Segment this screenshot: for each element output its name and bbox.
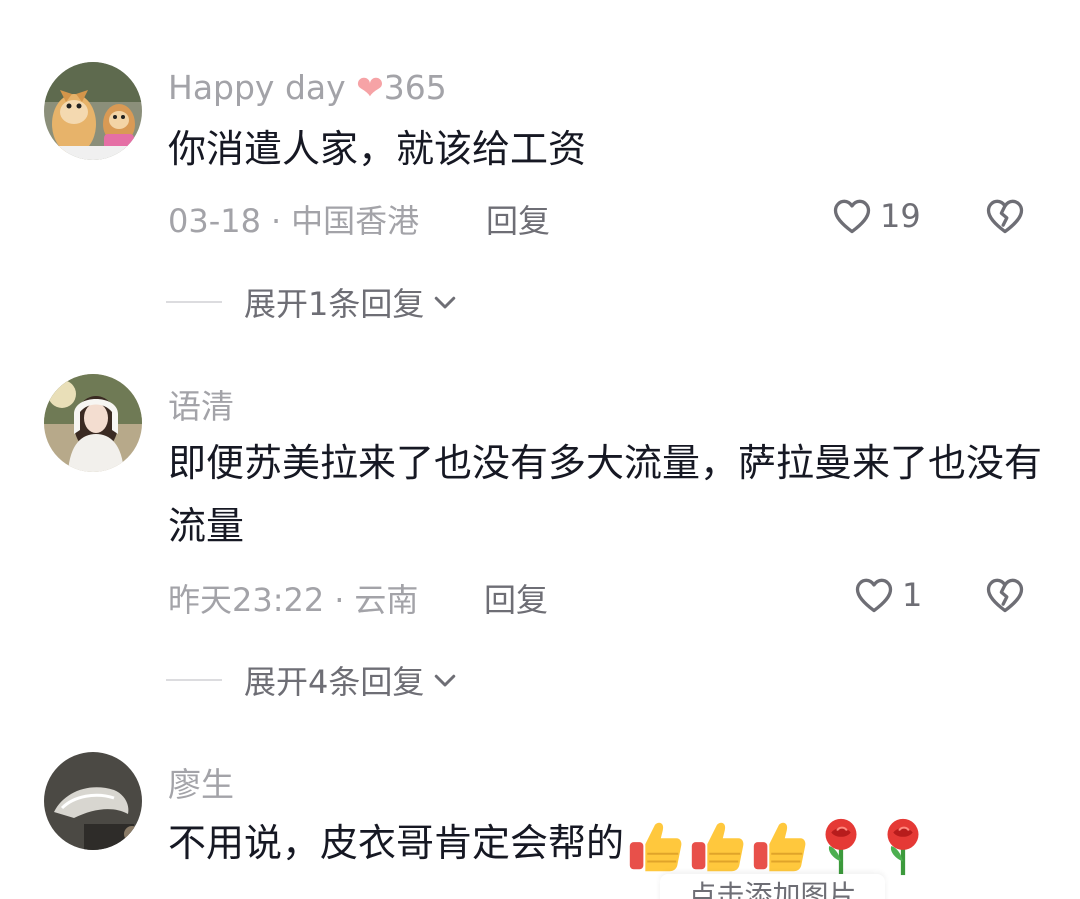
rose-icon [366,886,424,899]
comment-text[interactable]: 不用说，皮衣哥肯定会帮的 [168,812,1048,877]
avatar[interactable] [44,752,142,850]
add-image-tooltip[interactable]: 点击添加图片 [660,874,885,899]
dark-object-avatar-image [44,752,142,850]
rose-icon [300,886,358,899]
comment-feed: Happy day ❤365 你消遣人家，就该给工资 03-18 · 中国香港 回复… [0,0,1080,899]
rose-icon [872,815,934,877]
comment-item: 廖生 不用说，皮衣哥肯定会帮的 点击添加图片 [0,0,1080,899]
comment-username[interactable]: 廖生 [168,758,234,806]
thumbs-up-icon [624,815,686,877]
rose-icon [810,815,872,877]
rose-icon [168,886,226,899]
thumbs-up-icon [748,815,810,877]
comment-text-continued [168,886,490,899]
comment-text-content: 不用说，皮衣哥肯定会帮的 [168,821,625,865]
thumbs-up-icon [686,815,748,877]
rose-icon [432,886,490,899]
rose-icon [234,886,292,899]
